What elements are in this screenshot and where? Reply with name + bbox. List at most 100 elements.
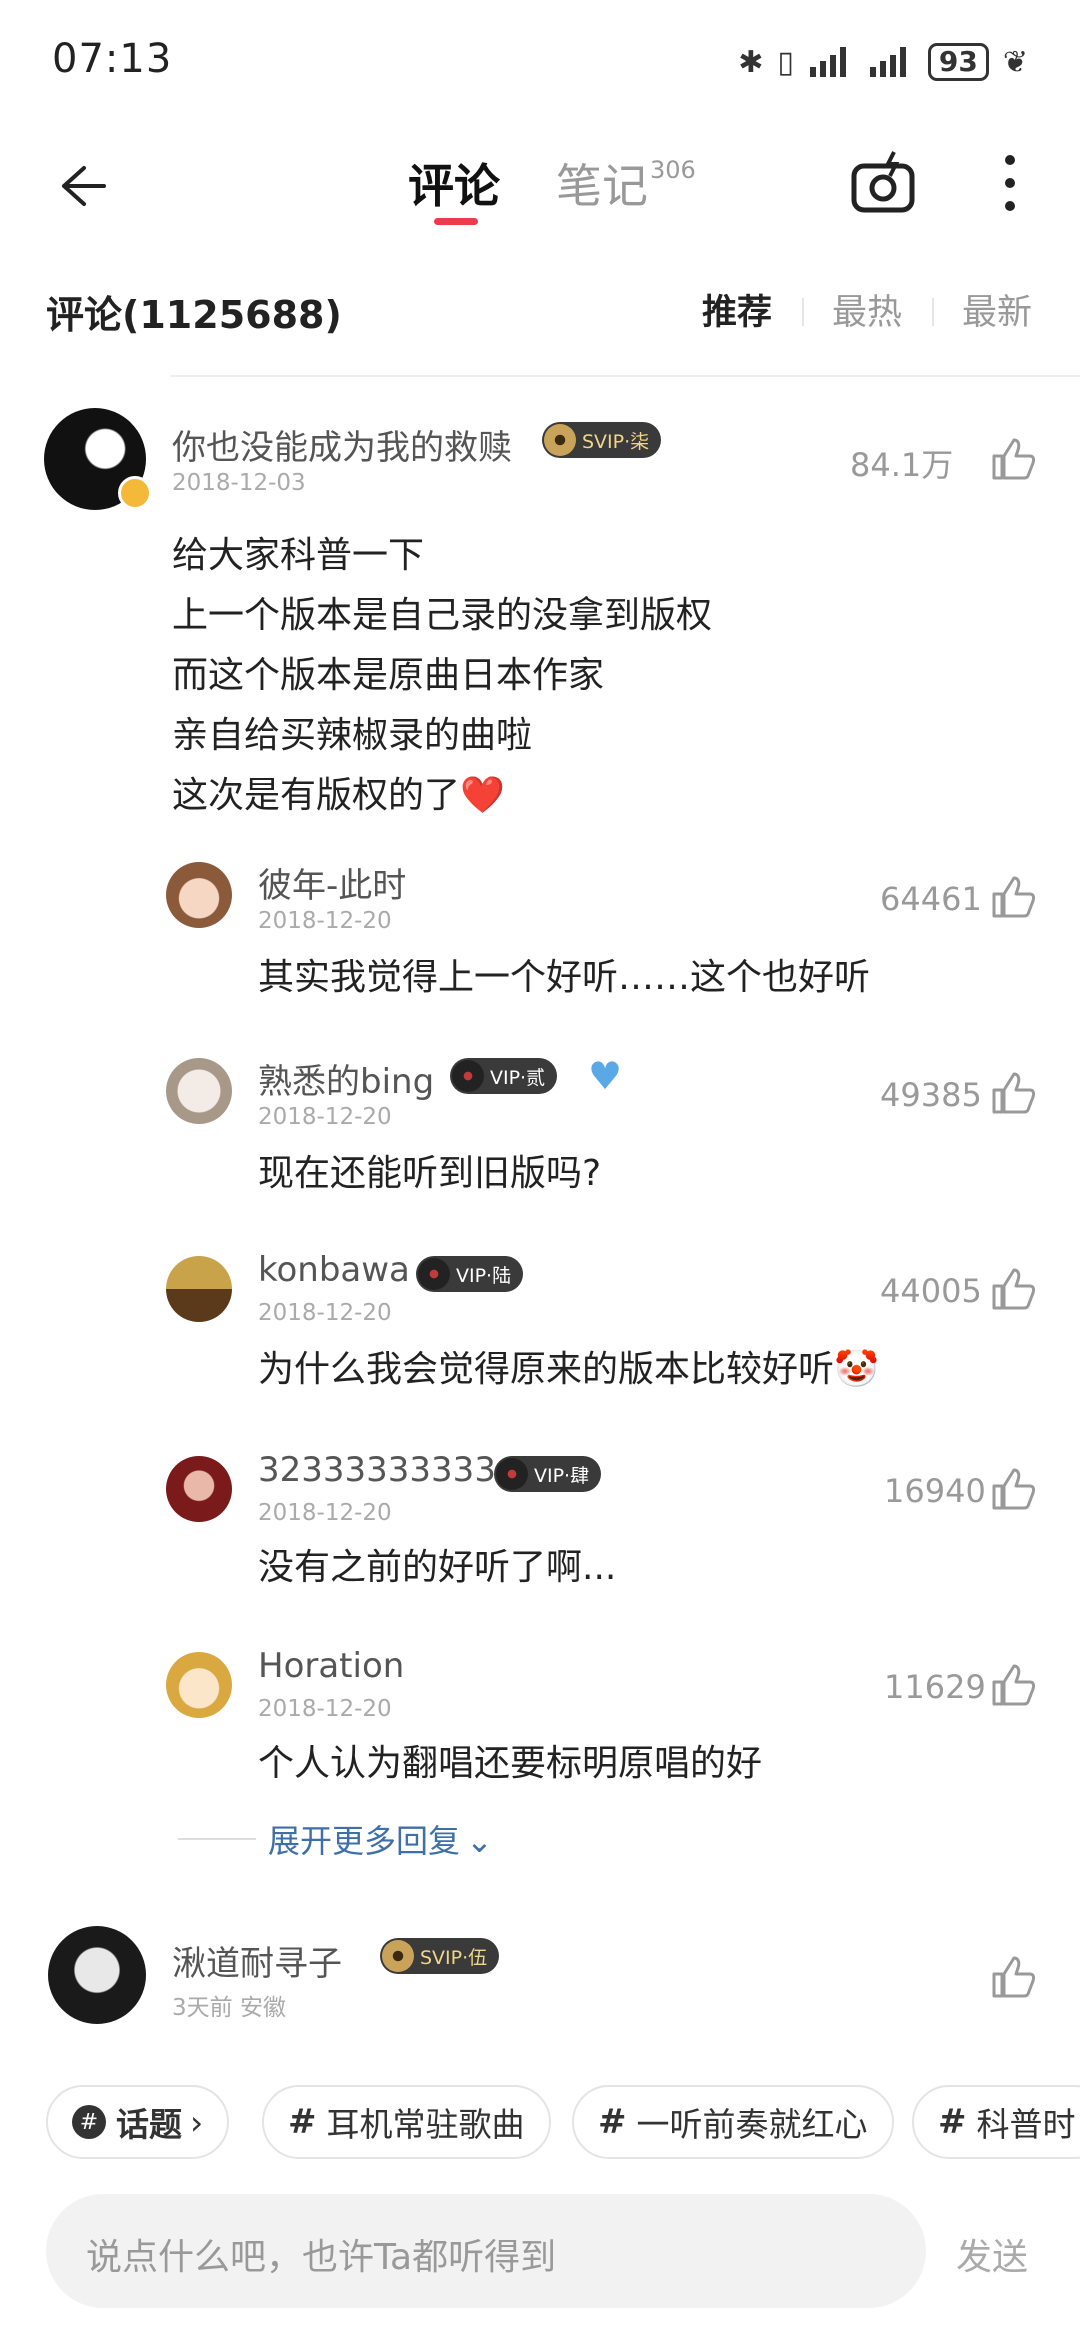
vibrate-icon: ▯: [777, 44, 794, 80]
thumbs-up-icon[interactable]: [990, 1070, 1036, 1116]
badge-label: SVIP·柒: [582, 430, 650, 453]
vip-badge: SVIP·伍: [380, 1938, 500, 1974]
vip-badge: VIP·肆: [494, 1456, 602, 1492]
reply-date: 2018-12-20: [258, 1500, 392, 1526]
divider: [170, 375, 1080, 377]
comments-count-title: 评论(1125688): [46, 293, 342, 337]
battery-indicator: 93: [927, 43, 989, 81]
reply-date: 2018-12-20: [258, 1300, 392, 1326]
like-count: 44005: [880, 1272, 982, 1310]
reply-date: 2018-12-20: [258, 1104, 392, 1130]
badge-label: VIP·陆: [456, 1264, 512, 1287]
disc-icon: [382, 1940, 414, 1972]
reply-username[interactable]: 32333333333: [258, 1450, 496, 1490]
thumbs-up-icon[interactable]: [990, 1662, 1036, 1708]
camera-icon[interactable]: [848, 148, 918, 218]
send-button[interactable]: 发送: [956, 2228, 1028, 2280]
disc-icon: [544, 424, 576, 456]
avatar[interactable]: [166, 862, 232, 928]
comment-line: 亲自给买辣椒录的曲啦: [172, 715, 533, 756]
comment-date: 2018-12-03: [172, 470, 306, 496]
topic-chips: # 话题 › # 耳机常驻歌曲 # 一听前奏就红心 # 科普时: [0, 2085, 1080, 2159]
comment-input[interactable]: 说点什么吧，也许Ta都听得到: [46, 2194, 926, 2308]
avatar[interactable]: [166, 1256, 232, 1322]
reply-date: 2018-12-20: [258, 908, 392, 934]
signal-icon: [809, 47, 846, 77]
vip-badge: VIP·陆: [416, 1256, 524, 1292]
like-count: 84.1万: [850, 446, 954, 484]
topic-icon: #: [72, 2105, 106, 2139]
avatar[interactable]: [166, 1058, 232, 1124]
chevron-down-icon: ⌄: [466, 1822, 493, 1860]
hash-icon: #: [598, 2102, 627, 2142]
divider: [178, 1838, 256, 1840]
reply-text: 为什么我会觉得原来的版本比较好听🤡: [258, 1349, 879, 1390]
signal-icon-2: [869, 47, 906, 77]
hash-icon: #: [938, 2102, 967, 2142]
sort-recommend[interactable]: 推荐: [702, 284, 772, 335]
hash-icon: #: [288, 2102, 317, 2142]
topic-chip[interactable]: # 一听前奏就红心: [572, 2085, 894, 2159]
avatar[interactable]: [166, 1456, 232, 1522]
avatar[interactable]: [48, 1926, 146, 2024]
comment-line: 上一个版本是自己录的没拿到版权: [172, 595, 713, 636]
reply-text: 其实我觉得上一个好听……这个也好听: [258, 957, 871, 998]
disc-icon: [418, 1258, 450, 1290]
topic-chip[interactable]: # 耳机常驻歌曲: [262, 2085, 551, 2159]
reply-date: 2018-12-20: [258, 1696, 392, 1722]
reply-text: 现在还能听到旧版吗?: [258, 1153, 602, 1194]
reply-text: 没有之前的好听了啊...: [258, 1547, 617, 1588]
topic-label: 话题: [116, 2105, 182, 2144]
expand-more-replies[interactable]: 展开更多回复 ⌄: [268, 1816, 493, 1862]
active-tab-indicator: [434, 218, 478, 225]
disc-icon: [452, 1060, 484, 1092]
chevron-right-icon: ›: [190, 2102, 204, 2142]
status-bar: 07:13 ✱ ▯ 93 ❦: [0, 0, 1080, 120]
thumbs-up-icon[interactable]: [990, 1466, 1036, 1512]
reply-text: 个人认为翻唱还要标明原唱的好: [258, 1743, 763, 1784]
disc-icon: [496, 1458, 528, 1490]
comment-username[interactable]: 湫道耐寻子: [172, 1936, 342, 1985]
sort-hot[interactable]: 最热: [832, 284, 902, 335]
tab-notes-label: 笔记: [556, 159, 648, 213]
topic-chip[interactable]: # 科普时: [912, 2085, 1080, 2159]
expand-label: 展开更多回复: [268, 1822, 461, 1860]
chip-label: 一听前奏就红心: [636, 2105, 868, 2144]
sort-new[interactable]: 最新: [962, 284, 1032, 335]
more-options-icon[interactable]: [990, 148, 1030, 218]
comments-header: 评论(1125688) 推荐 最热 最新: [0, 276, 1080, 346]
topic-button[interactable]: # 话题 ›: [46, 2085, 230, 2159]
thumbs-up-icon[interactable]: [990, 1266, 1036, 1312]
avatar[interactable]: [166, 1652, 232, 1718]
reply-username[interactable]: 彼年-此时: [258, 858, 406, 907]
sort-divider: [932, 298, 934, 326]
back-arrow-icon[interactable]: [44, 154, 108, 218]
tab-notes[interactable]: 笔记306: [556, 150, 696, 216]
bluetooth-icon: ✱: [738, 44, 764, 80]
comment-username[interactable]: 你也没能成为我的救赎: [172, 420, 512, 469]
badge-label: SVIP·伍: [420, 1946, 488, 1969]
badge-label: VIP·贰: [490, 1066, 546, 1089]
thumbs-up-icon[interactable]: [990, 1954, 1036, 2000]
thumbs-up-icon[interactable]: [990, 436, 1036, 482]
leaf-icon: ❦: [1002, 44, 1028, 80]
sort-divider: [802, 298, 804, 326]
reply-username[interactable]: 熟悉的bing: [258, 1054, 434, 1103]
comment-line: 给大家科普一下: [172, 535, 425, 576]
like-count: 11629: [884, 1668, 986, 1706]
vip-badge: VIP·贰: [450, 1058, 558, 1094]
comment-line: 而这个版本是原曲日本作家: [172, 655, 605, 696]
tab-comments[interactable]: 评论: [408, 150, 500, 216]
like-count: 16940: [884, 1472, 986, 1510]
thumbs-up-icon[interactable]: [990, 874, 1036, 920]
like-count: 64461: [880, 880, 982, 918]
reply-username[interactable]: konbawa: [258, 1250, 410, 1290]
reply-username[interactable]: Horation: [258, 1646, 404, 1686]
vip-badge: SVIP·柒: [542, 422, 662, 458]
status-time: 07:13: [52, 36, 173, 82]
chip-label: 科普时: [976, 2105, 1076, 2144]
level-heart-icon: ♥: [588, 1054, 623, 1098]
status-icons: ✱ ▯ 93 ❦: [738, 40, 1028, 84]
badge-label: VIP·肆: [534, 1464, 590, 1487]
like-count: 49385: [880, 1076, 982, 1114]
